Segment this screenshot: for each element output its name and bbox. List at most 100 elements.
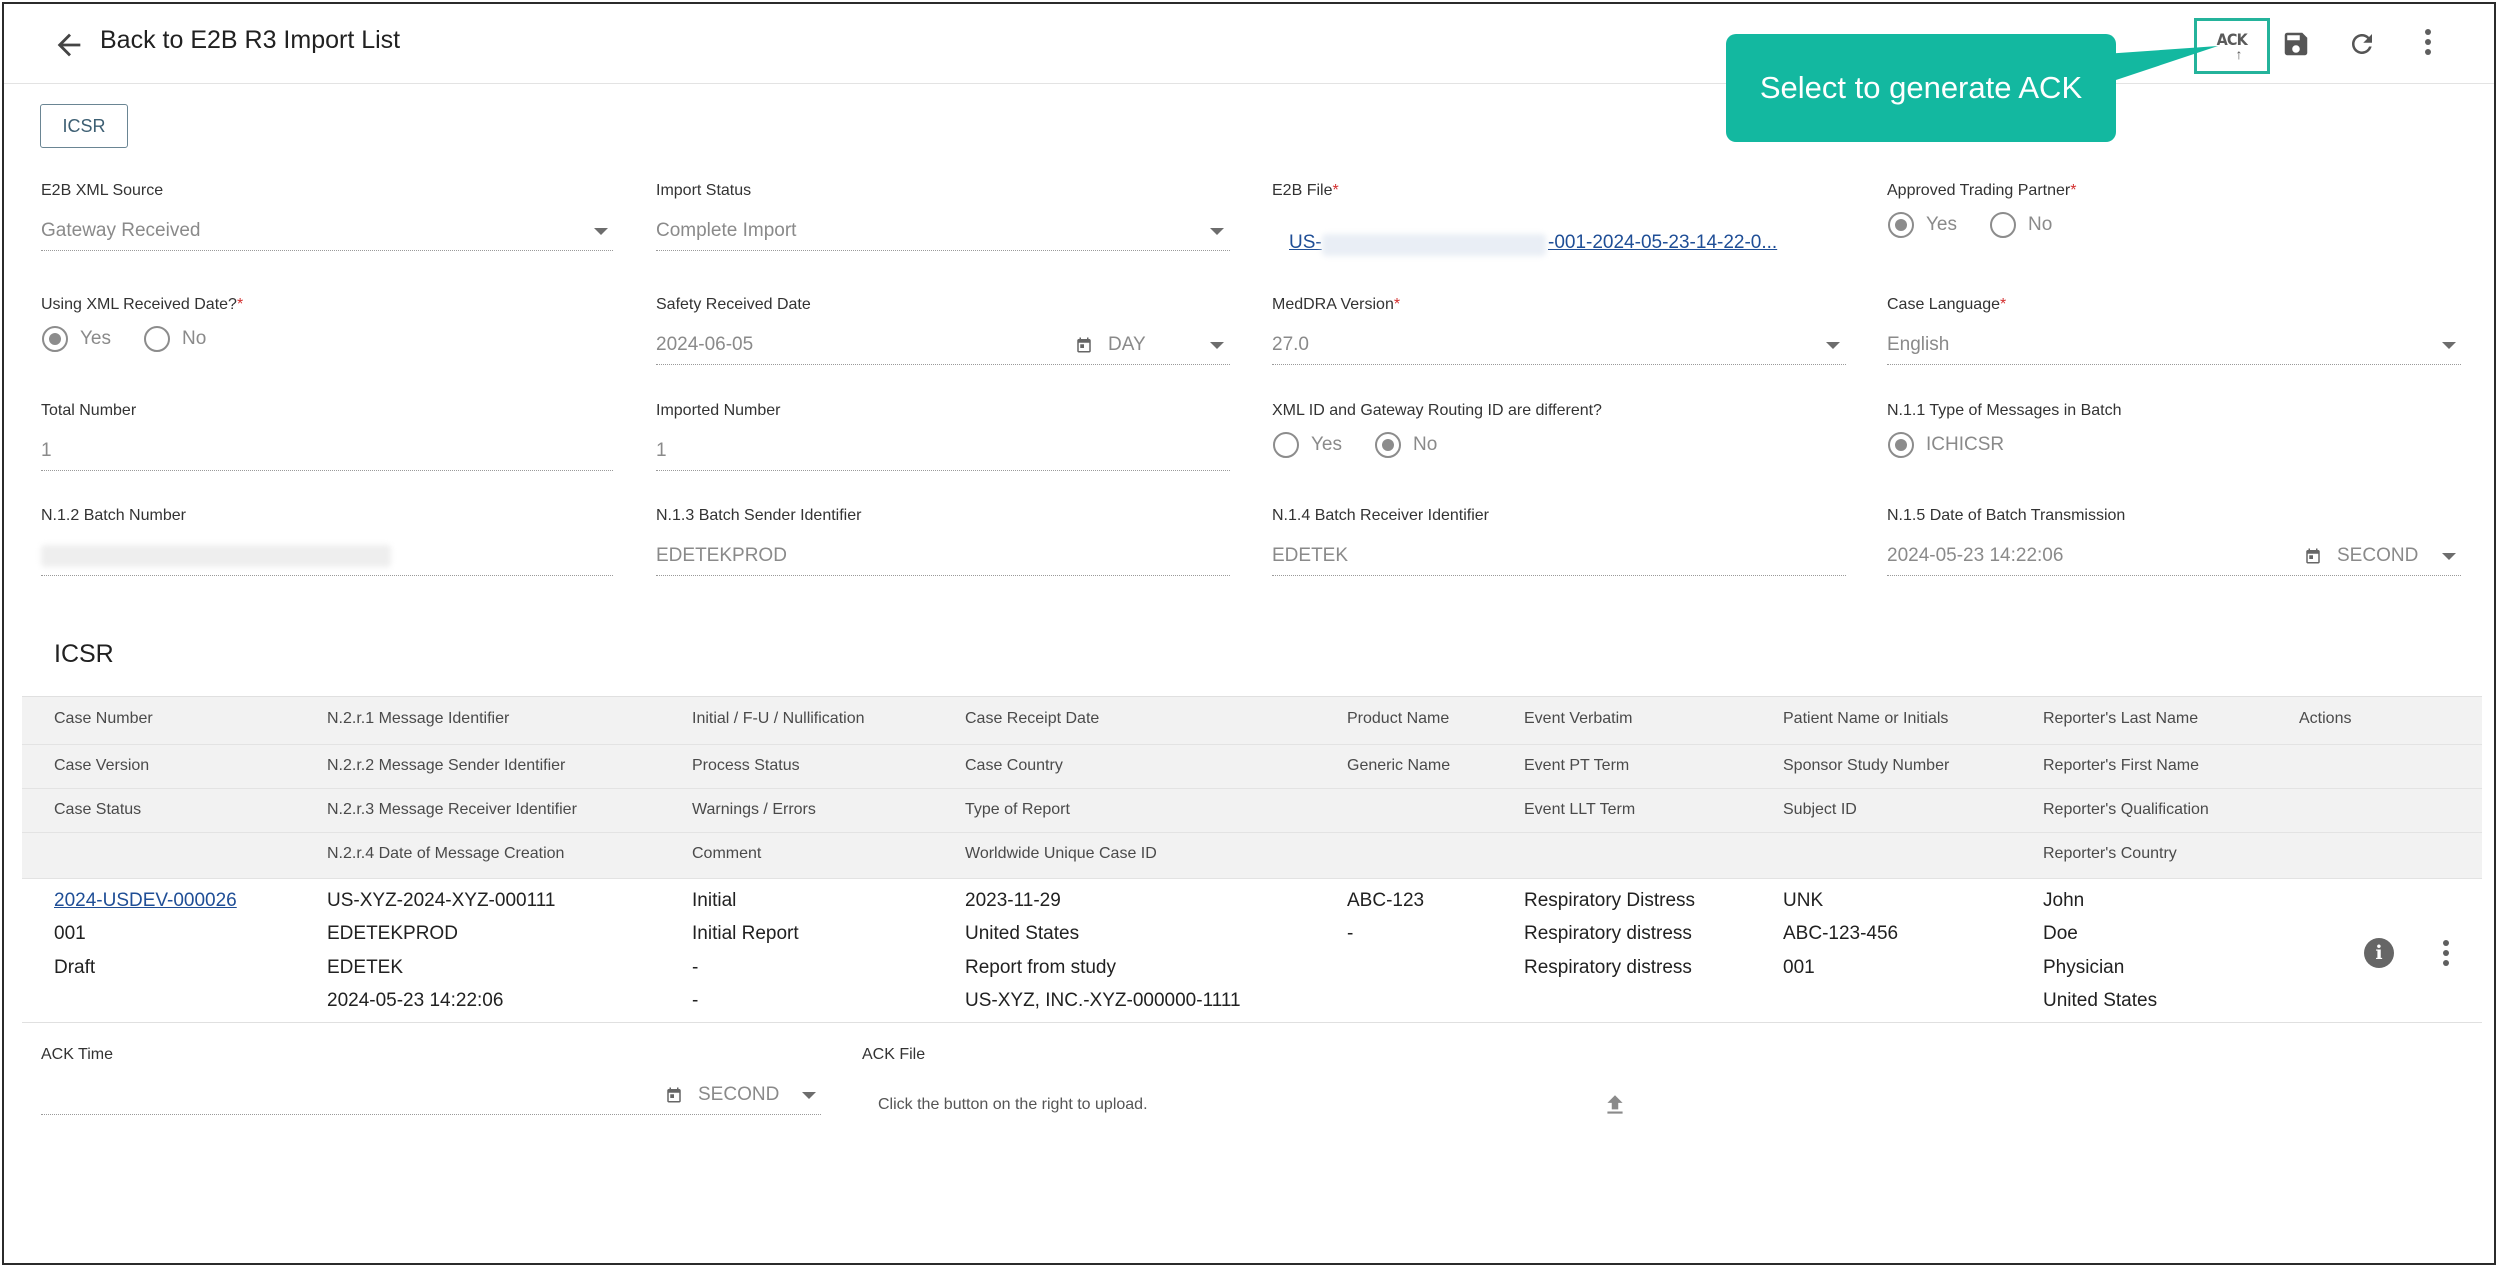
chevron-down-icon[interactable]: [2442, 342, 2456, 349]
xml-id-diff-yes-radio[interactable]: [1273, 432, 1299, 458]
save-icon: [2284, 32, 2308, 56]
total-number-value: 1: [41, 440, 52, 461]
e2b-file-link-end[interactable]: -001-2024-05-23-14-22-0...: [1548, 232, 1777, 254]
using-xml-date-no-radio[interactable]: [144, 326, 170, 352]
column-header: Case Status: [54, 801, 142, 818]
chevron-down-icon[interactable]: [802, 1092, 816, 1099]
chevron-down-icon[interactable]: [594, 228, 608, 235]
e2b-file-link-start[interactable]: US-: [1289, 232, 1322, 254]
chevron-down-icon[interactable]: [1210, 228, 1224, 235]
n15-date-label: N.1.5 Date of Batch Transmission: [1887, 507, 2126, 524]
column-header: Warnings / Errors: [692, 801, 816, 818]
ack-callout: Select to generate ACK: [1726, 34, 2116, 142]
table-cell: United States: [965, 923, 1080, 944]
date-precision-select[interactable]: SECOND: [2337, 545, 2418, 567]
imported-number-value: 1: [656, 440, 667, 461]
upload-icon[interactable]: [1602, 1092, 1628, 1118]
table-cell: Respiratory distress: [1524, 923, 1692, 944]
table-cell: US-XYZ-2024-XYZ-000111: [327, 890, 556, 911]
page-title[interactable]: Back to E2B R3 Import List: [100, 26, 400, 55]
upload-hint: Click the button on the right to upload.: [878, 1096, 1148, 1113]
using-xml-date-label: Using XML Received Date?*: [41, 296, 244, 313]
chevron-down-icon[interactable]: [1826, 342, 1840, 349]
field-underline: [1272, 364, 1846, 365]
ack-time-precision-select[interactable]: SECOND: [698, 1084, 779, 1106]
xml-id-diff-label: XML ID and Gateway Routing ID are differ…: [1272, 402, 1602, 419]
meddra-version-select[interactable]: 27.0: [1272, 334, 1309, 356]
more-options-button[interactable]: [2406, 22, 2450, 66]
table-cell: -: [692, 990, 699, 1011]
column-header: Reporter's Country: [2043, 845, 2177, 862]
n14-receiver-label: N.1.4 Batch Receiver Identifier: [1272, 507, 1489, 524]
date-precision-select[interactable]: DAY: [1108, 334, 1146, 356]
app-frame: Back to E2B R3 Import List ACK ↑ Select …: [2, 2, 2496, 1265]
redacted-file-segment: [1322, 234, 1546, 256]
calendar-icon[interactable]: [665, 1086, 683, 1104]
header-divider: [22, 788, 2482, 789]
column-header: Case Version: [54, 757, 150, 774]
column-header: Subject ID: [1783, 801, 1857, 818]
using-xml-date-yes-radio[interactable]: [42, 326, 68, 352]
upload-arrow-icon: ↑: [2235, 46, 2243, 62]
ack-time-input[interactable]: [41, 1114, 821, 1115]
chevron-down-icon[interactable]: [2442, 553, 2456, 560]
n12-batch-number-label: N.1.2 Batch Number: [41, 507, 186, 524]
table-cell: US-XYZ, INC.-XYZ-000000-1111: [965, 990, 1241, 1011]
ack-file-label: ACK File: [862, 1046, 926, 1063]
n15-date-input[interactable]: 2024-05-23 14:22:06: [1887, 545, 2063, 567]
column-header: Event PT Term: [1524, 757, 1630, 774]
header-divider: [22, 744, 2482, 745]
refresh-button[interactable]: [2340, 22, 2384, 66]
refresh-icon: [2352, 34, 2372, 54]
back-arrow-icon[interactable]: [52, 28, 86, 62]
callout-pointer: [2104, 46, 2218, 84]
table-cell: Respiratory Distress: [1524, 890, 1696, 911]
table-cell: United States: [2043, 990, 2158, 1011]
xml-source-select[interactable]: Gateway Received: [41, 220, 200, 242]
table-cell: ABC-123-456: [1783, 923, 1899, 944]
tab-icsr[interactable]: ICSR: [40, 104, 128, 148]
column-header: N.2.r.2 Message Sender Identifier: [327, 757, 566, 774]
meddra-version-label: MedDRA Version*: [1272, 296, 1401, 313]
save-button[interactable]: [2274, 22, 2318, 66]
column-header: Event Verbatim: [1524, 710, 1633, 727]
calendar-icon[interactable]: [2304, 547, 2322, 565]
column-header: Initial / F-U / Nullification: [692, 710, 865, 727]
column-header: N.2.r.3 Message Receiver Identifier: [327, 801, 577, 818]
info-icon[interactable]: i: [2364, 938, 2394, 968]
column-header: Reporter's Qualification: [2043, 801, 2209, 818]
field-underline: [656, 364, 1230, 365]
table-cell: 001: [54, 923, 86, 944]
import-status-label: Import Status: [656, 182, 752, 199]
column-header: N.2.r.1 Message Identifier: [327, 710, 510, 727]
radio-label-yes: Yes: [1311, 434, 1342, 455]
column-header: Comment: [692, 845, 762, 862]
ack-time-label: ACK Time: [41, 1046, 114, 1063]
n11-type-ichicsr-radio[interactable]: [1888, 432, 1914, 458]
case-language-select[interactable]: English: [1887, 334, 1949, 356]
chevron-down-icon[interactable]: [1210, 342, 1224, 349]
column-header: Actions: [2299, 710, 2352, 727]
safety-received-date-input[interactable]: 2024-06-05: [656, 334, 753, 356]
imported-number-label: Imported Number: [656, 402, 781, 419]
import-status-select[interactable]: Complete Import: [656, 220, 796, 242]
column-header: N.2.r.4 Date of Message Creation: [327, 845, 565, 862]
field-underline: [1887, 364, 2461, 365]
n13-sender-value: EDETEKPROD: [656, 545, 787, 566]
calendar-icon[interactable]: [1075, 336, 1093, 354]
field-underline: [656, 250, 1230, 251]
xml-id-diff-no-radio[interactable]: [1375, 432, 1401, 458]
case-number-link[interactable]: 2024-USDEV-000026: [54, 890, 237, 912]
n11-type-label: N.1.1 Type of Messages in Batch: [1887, 402, 2122, 419]
approved-partner-no-radio[interactable]: [1990, 212, 2016, 238]
column-header: Product Name: [1347, 710, 1450, 727]
approved-partner-yes-radio[interactable]: [1888, 212, 1914, 238]
column-header: Worldwide Unique Case ID: [965, 845, 1157, 862]
row-actions-more-icon[interactable]: [2442, 940, 2450, 970]
table-cell: ABC-123: [1347, 890, 1425, 911]
table-cell: 2023-11-29: [965, 890, 1061, 911]
column-header: Case Receipt Date: [965, 710, 1100, 727]
safety-received-date-label: Safety Received Date: [656, 296, 811, 313]
column-header: Process Status: [692, 757, 800, 774]
column-header: Event LLT Term: [1524, 801, 1636, 818]
